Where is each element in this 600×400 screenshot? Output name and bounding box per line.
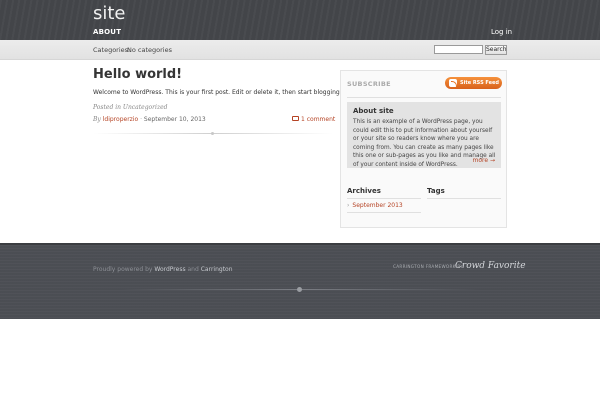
framework-credit: Carrington Framework by <box>393 264 464 269</box>
divider-ornament-icon <box>211 132 214 135</box>
post-date: September 10, 2013 <box>143 116 206 123</box>
tags-rule <box>427 198 501 199</box>
site-header: site About Log in <box>0 0 600 40</box>
byline-separator: · <box>140 116 142 123</box>
search-input[interactable] <box>434 45 483 54</box>
login-link[interactable]: Log in <box>491 28 512 36</box>
rss-icon <box>449 79 457 87</box>
post-title[interactable]: Hello world! <box>93 67 182 82</box>
bullet-icon: › <box>347 202 350 209</box>
categories-label: Categories: <box>93 46 131 54</box>
site-title[interactable]: site <box>93 3 126 24</box>
subscribe-heading: Subscribe <box>347 80 391 88</box>
carrington-link[interactable]: Carrington <box>201 266 233 273</box>
post-byline: By ldiproperzio · September 10, 2013 <box>93 116 206 123</box>
wordpress-link[interactable]: WordPress <box>154 266 185 273</box>
post-category: Posted in Uncategorized <box>93 104 168 111</box>
powered-by: Proudly powered by WordPress and Carring… <box>93 266 233 273</box>
archive-item-rule <box>347 212 421 213</box>
archive-link[interactable]: › September 2013 <box>347 202 403 209</box>
about-title: About site <box>353 107 394 115</box>
comment-bubble-icon <box>292 116 299 121</box>
category-search-bar: Categories: No categories Search <box>0 40 600 60</box>
sidebar-rule <box>347 97 501 98</box>
sidebar: Subscribe Site RSS Feed About site This … <box>340 70 507 228</box>
nav-item-about[interactable]: About <box>93 28 121 36</box>
post-divider <box>93 132 333 135</box>
about-more-link[interactable]: more → <box>473 157 495 164</box>
footer-ornament-icon <box>297 287 302 292</box>
post-author-link[interactable]: ldiproperzio <box>103 116 138 123</box>
archive-label: September 2013 <box>352 202 403 209</box>
categories-value: No categories <box>127 46 172 54</box>
rss-feed-button[interactable]: Site RSS Feed <box>445 77 502 89</box>
powered-text: Proudly powered by <box>93 266 153 273</box>
tags-heading: Tags <box>427 187 445 195</box>
comments-count: 1 comment <box>301 116 336 123</box>
powered-and: and <box>187 266 199 273</box>
site-footer: Proudly powered by WordPress and Carring… <box>0 243 600 319</box>
crowd-favorite-logo[interactable]: Crowd Favorite <box>455 261 526 271</box>
rss-button-label: Site RSS Feed <box>460 80 499 86</box>
archives-heading: Archives <box>347 187 381 195</box>
about-box: About site This is an example of a WordP… <box>347 102 501 168</box>
comments-link[interactable]: 1 comment <box>292 116 335 123</box>
search-button[interactable]: Search <box>485 45 507 55</box>
post-body: Welcome to WordPress. This is your first… <box>93 89 343 96</box>
archives-rule <box>347 198 421 199</box>
byline-by: By <box>93 116 101 123</box>
